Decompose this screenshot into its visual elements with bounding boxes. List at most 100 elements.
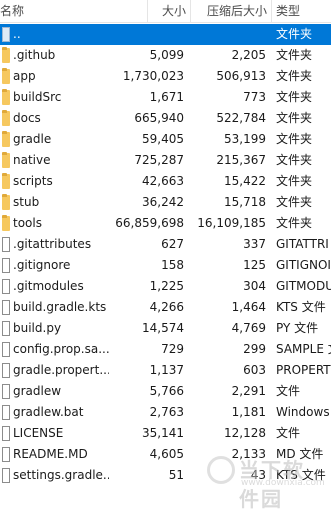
file-name: build.py: [13, 321, 62, 335]
column-header-type[interactable]: 类型: [276, 0, 331, 22]
file-icon: [2, 321, 10, 336]
file-size: 14,574: [142, 321, 184, 335]
packed-size: 304: [243, 279, 266, 293]
file-row[interactable]: build.py 14,574 4,769 PY 文件: [0, 318, 331, 339]
column-header-size[interactable]: 大小: [150, 0, 186, 22]
folder-row[interactable]: docs 665,940 522,784 文件夹: [0, 108, 331, 129]
file-row[interactable]: .gitattributes 627 337 GITATTRI: [0, 234, 331, 255]
folder-icon: [2, 152, 10, 168]
packed-size: 15,422: [224, 174, 266, 188]
file-type: Windows: [276, 405, 330, 419]
file-type: 文件夹: [276, 216, 313, 230]
file-type: GITMODUL: [276, 279, 331, 293]
file-type: 文件夹: [276, 111, 313, 125]
file-size: 36,242: [142, 195, 184, 209]
file-type: 文件夹: [276, 69, 313, 83]
file-name: buildSrc: [13, 90, 62, 104]
file-name: ..: [13, 27, 21, 41]
packed-size: 337: [243, 237, 266, 251]
folder-icon: [2, 110, 10, 126]
column-divider[interactable]: [147, 0, 148, 22]
file-icon: [2, 384, 10, 399]
file-type: KTS 文件: [276, 300, 326, 314]
file-type: PY 文件: [276, 321, 319, 335]
file-size: 729: [161, 342, 184, 356]
file-type: 文件: [276, 426, 301, 440]
file-icon: [2, 258, 10, 273]
packed-size: 2,205: [231, 48, 266, 62]
file-type: GITIGNOI: [276, 258, 331, 272]
file-row[interactable]: .gitignore 158 125 GITIGNOI: [0, 255, 331, 276]
packed-size: 15,718: [224, 195, 266, 209]
file-size: 5,099: [149, 48, 184, 62]
column-header-bar: 名称 大小 压缩后大小 类型: [0, 0, 331, 23]
packed-size: 12,128: [224, 426, 266, 440]
file-name: .github: [13, 48, 56, 62]
packed-size: 43: [250, 468, 266, 482]
folder-row[interactable]: scripts 42,663 15,422 文件夹: [0, 171, 331, 192]
file-name: gradle.propert...: [13, 363, 109, 377]
file-row[interactable]: gradlew 5,766 2,291 文件: [0, 381, 331, 402]
file-name: config.prop.sa...: [13, 342, 109, 356]
folder-icon: [2, 68, 10, 84]
file-name: .gitattributes: [13, 237, 92, 251]
packed-size: 2,133: [231, 447, 266, 461]
folder-row[interactable]: .github 5,099 2,205 文件夹: [0, 45, 331, 66]
parent-directory-row[interactable]: .. 文件夹: [0, 24, 331, 45]
column-header-name[interactable]: 名称: [0, 0, 150, 22]
file-icon: [2, 342, 10, 357]
folder-row[interactable]: tools 66,859,698 16,109,185 文件夹: [0, 213, 331, 234]
file-size: 1,730,023: [122, 69, 184, 83]
packed-size: 16,109,185: [197, 216, 266, 230]
file-name: app: [13, 69, 36, 83]
file-name: stub: [13, 195, 40, 209]
file-type: SAMPLE 文: [276, 342, 331, 356]
file-row[interactable]: settings.gradle... 51 43 KTS 文件: [0, 465, 331, 486]
file-row[interactable]: build.gradle.kts 4,266 1,464 KTS 文件: [0, 297, 331, 318]
file-type: PROPERT: [276, 363, 331, 377]
parent-folder-icon: [2, 27, 10, 42]
file-name: native: [13, 153, 51, 167]
file-row[interactable]: gradle.propert... 1,137 603 PROPERT: [0, 360, 331, 381]
packed-size: 1,181: [231, 405, 266, 419]
folder-row[interactable]: native 725,287 215,367 文件夹: [0, 150, 331, 171]
folder-row[interactable]: buildSrc 1,671 773 文件夹: [0, 87, 331, 108]
file-row[interactable]: config.prop.sa... 729 299 SAMPLE 文: [0, 339, 331, 360]
file-name: gradlew: [13, 384, 62, 398]
folder-row[interactable]: app 1,730,023 506,913 文件夹: [0, 66, 331, 87]
file-size: 5,766: [149, 384, 184, 398]
packed-size: 773: [243, 90, 266, 104]
packed-size: 506,913: [216, 69, 266, 83]
packed-size: 1,464: [231, 300, 266, 314]
file-icon: [2, 363, 10, 378]
file-name: .gitignore: [13, 258, 71, 272]
file-row[interactable]: .gitmodules 1,225 304 GITMODUL: [0, 276, 331, 297]
file-size: 1,671: [149, 90, 184, 104]
folder-icon: [2, 194, 10, 210]
file-type: 文件夹: [276, 27, 313, 41]
folder-row[interactable]: gradle 59,405 53,199 文件夹: [0, 129, 331, 150]
file-type: 文件夹: [276, 195, 313, 209]
file-size: 158: [161, 258, 184, 272]
file-type: MD 文件: [276, 447, 324, 461]
file-icon: [2, 405, 10, 420]
file-size: 725,287: [134, 153, 184, 167]
column-header-packed-size[interactable]: 压缩后大小: [191, 0, 267, 22]
file-icon: [2, 447, 10, 462]
file-icon: [2, 279, 10, 294]
folder-icon: [2, 131, 10, 147]
column-divider[interactable]: [271, 0, 272, 22]
file-size: 66,859,698: [115, 216, 184, 230]
file-type: 文件夹: [276, 174, 313, 188]
file-row[interactable]: gradlew.bat 2,763 1,181 Windows: [0, 402, 331, 423]
file-row[interactable]: LICENSE 35,141 12,128 文件: [0, 423, 331, 444]
packed-size: 125: [243, 258, 266, 272]
file-size: 42,663: [142, 174, 184, 188]
file-name: .gitmodules: [13, 279, 84, 293]
file-row[interactable]: README.MD 4,605 2,133 MD 文件: [0, 444, 331, 465]
file-type: GITATTRI: [276, 237, 329, 251]
packed-size: 603: [243, 363, 266, 377]
folder-row[interactable]: stub 36,242 15,718 文件夹: [0, 192, 331, 213]
file-icon: [2, 300, 10, 315]
file-name: build.gradle.kts: [13, 300, 107, 314]
